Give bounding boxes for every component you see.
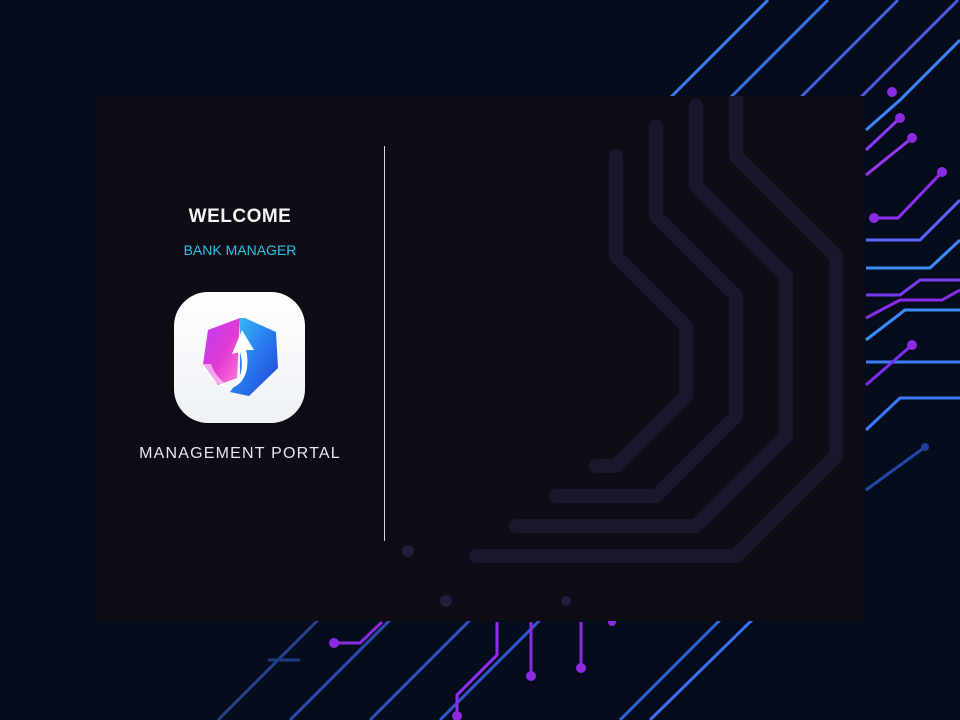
branding-panel: WELCOME BANK MANAGER MANAGEMENT PORTAL xyxy=(96,96,384,621)
arrow-hexagon-logo-icon xyxy=(203,318,278,396)
welcome-heading: WELCOME xyxy=(188,206,292,227)
circuit-lines-bottom xyxy=(216,618,754,720)
portal-title: MANAGEMENT PORTAL xyxy=(139,445,341,462)
role-label: BANK MANAGER xyxy=(183,242,297,258)
login-card: WELCOME BANK MANAGER MANAGEMENT PORTAL xyxy=(96,96,865,621)
login-form-area xyxy=(385,96,865,621)
app-logo xyxy=(174,292,305,423)
